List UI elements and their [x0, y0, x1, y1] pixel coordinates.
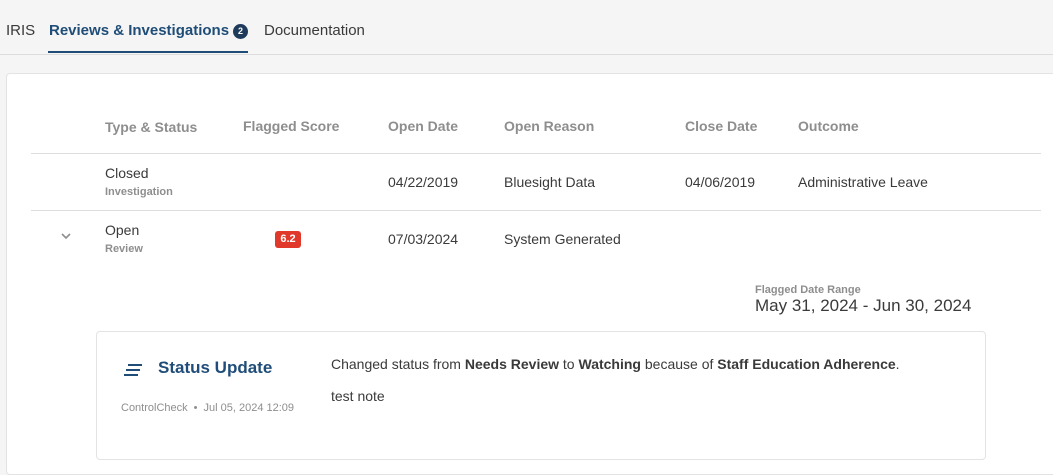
- row-type: Review: [105, 243, 143, 255]
- tab-reviews-investigations[interactable]: Reviews & Investigations 2: [49, 21, 249, 41]
- text-prefix: Changed status from: [331, 356, 465, 372]
- header-divider: [31, 153, 1041, 154]
- update-timestamp: Jul 05, 2024 12:09: [203, 402, 295, 414]
- chevron-down-icon[interactable]: [59, 229, 73, 243]
- row-open-date: 04/22/2019: [388, 174, 459, 190]
- update-author: ControlCheck: [121, 402, 188, 414]
- row-status: Open: [105, 222, 140, 238]
- row-open-reason: Bluesight Data: [504, 174, 596, 190]
- text-because: because of: [640, 356, 718, 372]
- header-open-date: Open Date: [388, 118, 459, 134]
- tab-count-badge: 2: [233, 24, 249, 39]
- reviews-panel: Type & Status Flagged Score Open Date Op…: [6, 73, 1053, 475]
- from-status: Needs Review: [464, 356, 560, 372]
- row-open-reason: System Generated: [504, 231, 621, 247]
- active-tab-indicator: [48, 51, 248, 53]
- row-open-date: 07/03/2024: [388, 231, 459, 247]
- tab-iris[interactable]: IRIS: [6, 21, 35, 41]
- text-mid: to: [559, 356, 579, 372]
- header-close-date: Close Date: [685, 118, 758, 134]
- text-end: .: [895, 356, 900, 372]
- header-outcome: Outcome: [798, 118, 859, 134]
- tab-documentation[interactable]: Documentation: [264, 21, 365, 41]
- header-open-reason: Open Reason: [504, 118, 595, 134]
- status-update-meta: ControlCheck • Jul 05, 2024 12:09: [121, 402, 294, 414]
- row-divider: [31, 210, 1041, 211]
- tab-reviews-label: Reviews & Investigations: [49, 22, 230, 39]
- row-close-date: 04/06/2019: [685, 174, 756, 190]
- row-outcome: Administrative Leave: [798, 174, 928, 190]
- notes-lines-icon: [124, 364, 142, 376]
- row-type: Investigation: [105, 186, 173, 198]
- meta-separator: •: [193, 402, 198, 414]
- header-flagged-score: Flagged Score: [243, 118, 340, 134]
- update-note: test note: [331, 388, 385, 404]
- status-update-card: Status Update ControlCheck • Jul 05, 2024 …: [96, 331, 986, 460]
- row-status: Closed: [105, 165, 149, 181]
- flagged-date-range-value: May 31, 2024 - Jun 30, 2024: [755, 296, 972, 315]
- flagged-date-range-label: Flagged Date Range: [755, 284, 861, 296]
- to-status: Watching: [578, 356, 641, 372]
- header-type-status: Type & Status: [105, 119, 198, 135]
- flagged-score-badge: 6.2: [275, 231, 301, 248]
- status-reason: Staff Education Adherence: [717, 356, 896, 372]
- tab-bar: IRIS Reviews & Investigations 2 Documenta…: [0, 0, 1053, 55]
- status-update-title: Status Update: [158, 358, 273, 377]
- status-change-text: Changed status from Needs Review to Watc…: [331, 356, 900, 372]
